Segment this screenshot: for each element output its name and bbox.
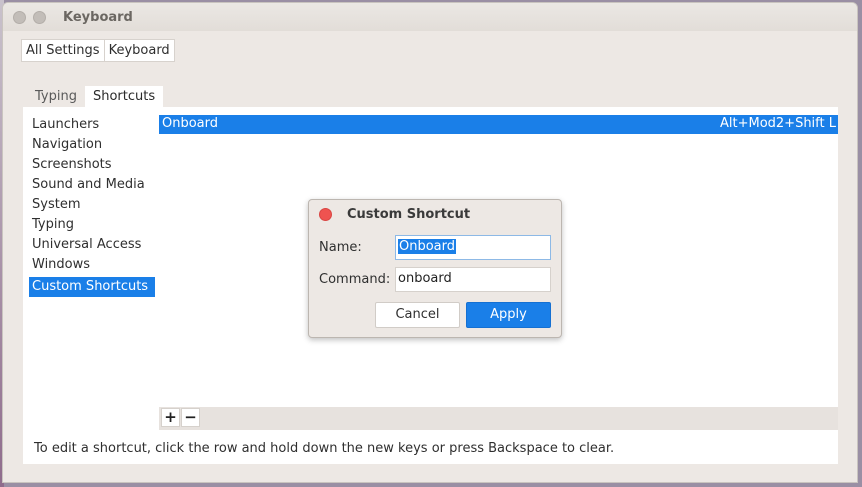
breadcrumb: All Settings Keyboard [21,39,175,62]
apply-button[interactable]: Apply [466,302,551,328]
command-field[interactable]: onboard [395,267,551,292]
dialog-title: Custom Shortcut [347,207,471,222]
name-field[interactable]: Onboard [395,235,551,260]
cancel-button[interactable]: Cancel [375,302,460,328]
category-universal-access[interactable]: Universal Access [29,235,155,255]
tab-typing[interactable]: Typing [27,86,85,108]
title-bar: Keyboard [3,3,857,31]
category-list: Launchers Navigation Screenshots Sound a… [29,115,155,297]
add-shortcut-button[interactable]: + [161,408,180,427]
shortcut-row[interactable]: Onboard Alt+Mod2+Shift L [159,115,838,134]
shortcut-toolbar: + − [159,407,838,430]
shortcut-accelerator[interactable]: Alt+Mod2+Shift L [720,116,836,131]
name-label: Name: [319,240,362,255]
breadcrumb-all-settings[interactable]: All Settings [21,39,105,62]
category-windows[interactable]: Windows [29,255,155,275]
shortcut-name: Onboard [162,116,219,131]
category-screenshots[interactable]: Screenshots [29,155,155,175]
close-dialog-button[interactable] [319,208,332,221]
remove-shortcut-button[interactable]: − [181,408,200,427]
command-field-value: onboard [398,271,452,286]
name-field-value: Onboard [398,239,457,254]
category-system[interactable]: System [29,195,155,215]
window-title: Keyboard [63,10,133,25]
category-launchers[interactable]: Launchers [29,115,155,135]
close-window-button[interactable] [13,11,26,24]
category-navigation[interactable]: Navigation [29,135,155,155]
category-sound-and-media[interactable]: Sound and Media [29,175,155,195]
category-custom-shortcuts[interactable]: Custom Shortcuts [29,277,155,297]
category-typing[interactable]: Typing [29,215,155,235]
command-label: Command: [319,272,391,287]
tab-bar: Typing Shortcuts [27,86,164,108]
help-text: To edit a shortcut, click the row and ho… [34,441,615,456]
tab-shortcuts[interactable]: Shortcuts [84,86,164,108]
custom-shortcut-dialog: Custom Shortcut Name: Onboard Command: o… [308,199,562,338]
minimize-window-button[interactable] [33,11,46,24]
breadcrumb-keyboard[interactable]: Keyboard [103,39,175,62]
